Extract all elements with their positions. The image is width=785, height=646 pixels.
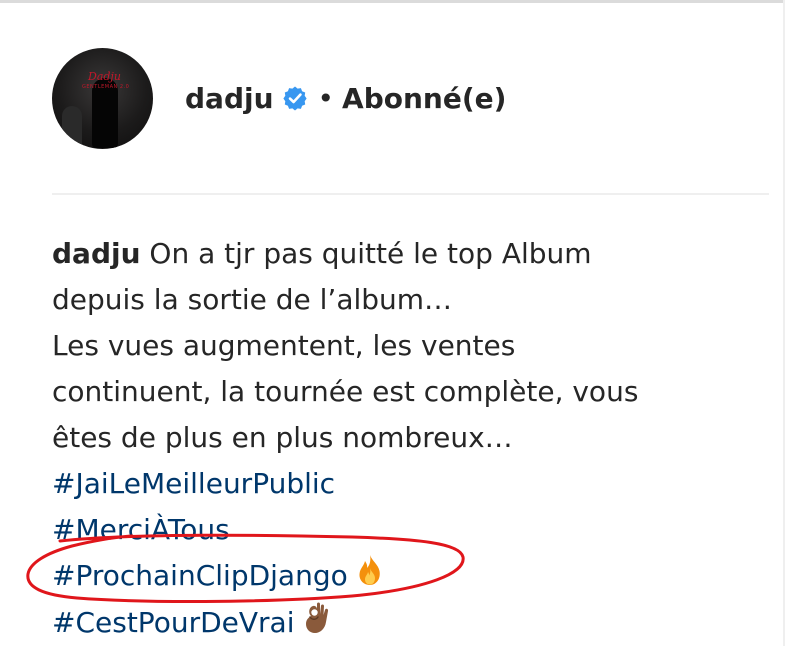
caption-author-link[interactable]: dadju bbox=[52, 237, 141, 270]
hashtag-line: #ProchainClipDjango bbox=[52, 553, 752, 600]
top-border bbox=[0, 0, 785, 3]
caption-text: On a tjr pas quitté le top Album bbox=[149, 237, 592, 270]
follow-status-button[interactable]: Abonné(e) bbox=[342, 82, 506, 115]
hashtag-line: #JaiLeMeilleurPublic bbox=[52, 461, 752, 507]
post-caption: dadju On a tjr pas quitté le top Album d… bbox=[52, 231, 752, 646]
post-panel: Dadju GENTLEMAN 2.0 dadju • Abonné(e) da… bbox=[0, 0, 785, 646]
caption-text: continuent, la tournée est complète, vou… bbox=[52, 375, 639, 408]
header-divider bbox=[52, 193, 769, 195]
username-link[interactable]: dadju bbox=[185, 82, 274, 115]
hashtag-link[interactable]: #ProchainClipDjango bbox=[52, 559, 348, 592]
hashtag-link[interactable]: #JaiLeMeilleurPublic bbox=[52, 467, 335, 500]
hashtag-line: #MerciÀTous bbox=[52, 507, 752, 553]
hashtag-line: #CestPourDeVrai bbox=[52, 600, 752, 646]
ok-hand-emoji-icon bbox=[302, 600, 332, 646]
avatar[interactable]: Dadju GENTLEMAN 2.0 bbox=[52, 47, 153, 149]
post-header: Dadju GENTLEMAN 2.0 dadju • Abonné(e) bbox=[52, 46, 506, 150]
caption-text: depuis la sortie de l’album… bbox=[52, 283, 453, 316]
avatar-logo-text: Dadju bbox=[88, 69, 121, 83]
hashtag-link[interactable]: #CestPourDeVrai bbox=[52, 606, 294, 639]
caption-text: Les vues augmentent, les ventes bbox=[52, 329, 516, 362]
avatar-logo-subtext: GENTLEMAN 2.0 bbox=[82, 83, 130, 90]
hashtag-link[interactable]: #MerciÀTous bbox=[52, 513, 230, 546]
caption-line-1: dadju On a tjr pas quitté le top Album bbox=[52, 231, 752, 277]
verified-badge-icon bbox=[282, 85, 308, 111]
avatar-figure-left bbox=[62, 105, 82, 149]
separator-dot: • bbox=[317, 81, 335, 115]
fire-emoji-icon bbox=[356, 554, 384, 600]
caption-text: êtes de plus en plus nombreux… bbox=[52, 421, 513, 454]
